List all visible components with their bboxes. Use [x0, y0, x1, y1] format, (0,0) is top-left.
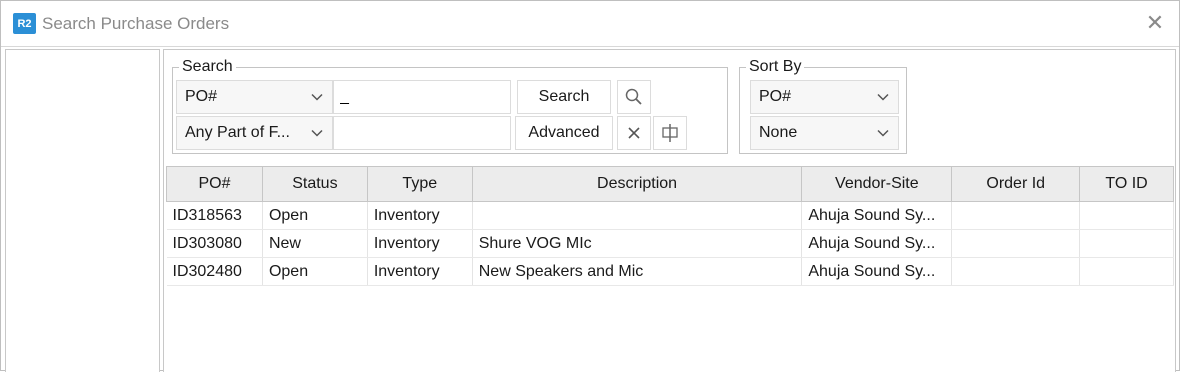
chevron-down-icon: [877, 93, 889, 101]
cell-vendor-site: Ahuja Sound Sy...: [801, 201, 953, 230]
cell-order-id: [951, 201, 1081, 230]
column-header-po[interactable]: PO#: [166, 166, 263, 202]
main-pane: Search PO# Search Any Part of F... Advan…: [163, 49, 1176, 372]
clear-x-icon: [628, 127, 640, 139]
column-header-description[interactable]: Description: [471, 166, 803, 202]
cell-description: Shure VOG MIc: [472, 229, 803, 258]
cell-type: Inventory: [367, 229, 473, 258]
results-table: PO# Status Type Description Vendor-Site …: [166, 166, 1174, 286]
close-icon: ✕: [1145, 10, 1165, 35]
table-row[interactable]: ID318563 Open Inventory Ahuja Sound Sy..…: [166, 201, 1174, 230]
search-field-select[interactable]: PO#: [176, 80, 333, 114]
column-chooser-icon: [662, 124, 678, 142]
quick-search-button[interactable]: [617, 80, 651, 114]
search-query-input[interactable]: [333, 80, 511, 114]
cell-order-id: [951, 229, 1081, 258]
sort-primary-select[interactable]: PO#: [750, 80, 899, 114]
cell-status: New: [262, 229, 368, 258]
clear-search-button[interactable]: [617, 116, 651, 150]
cell-description: New Speakers and Mic: [472, 257, 803, 286]
cell-type: Inventory: [367, 257, 473, 286]
table-row[interactable]: ID302480 Open Inventory New Speakers and…: [166, 257, 1174, 286]
cell-status: Open: [262, 201, 368, 230]
cell-type: Inventory: [367, 201, 473, 230]
advanced-query-input[interactable]: [333, 116, 511, 150]
cell-status: Open: [262, 257, 368, 286]
cell-to-id: [1079, 201, 1174, 230]
close-button[interactable]: ✕: [1141, 9, 1169, 37]
cell-description: [472, 201, 803, 230]
chevron-down-icon: [311, 93, 323, 101]
results-grid: PO# Status Type Description Vendor-Site …: [166, 166, 1174, 372]
match-mode-value: Any Part of F...: [185, 124, 290, 141]
cell-po: ID303080: [166, 229, 263, 258]
chevron-down-icon: [311, 129, 323, 137]
cell-po: ID302480: [166, 257, 263, 286]
cell-order-id: [951, 257, 1081, 286]
match-mode-select[interactable]: Any Part of F...: [176, 116, 333, 150]
sort-secondary-select[interactable]: None: [750, 116, 899, 150]
column-chooser-button[interactable]: [653, 116, 687, 150]
column-header-vendor-site[interactable]: Vendor-Site: [801, 166, 953, 202]
cell-vendor-site: Ahuja Sound Sy...: [801, 257, 953, 286]
search-button[interactable]: Search: [517, 80, 611, 114]
cell-to-id: [1079, 229, 1174, 258]
cell-to-id: [1079, 257, 1174, 286]
table-row[interactable]: ID303080 New Inventory Shure VOG MIc Ahu…: [166, 229, 1174, 258]
table-header-row: PO# Status Type Description Vendor-Site …: [166, 166, 1174, 202]
title-bar: R2 Search Purchase Orders ✕: [1, 1, 1179, 47]
search-purchase-orders-window: R2 Search Purchase Orders ✕ Search PO# S…: [0, 0, 1180, 372]
app-logo-icon: R2: [13, 13, 36, 34]
chevron-down-icon: [877, 129, 889, 137]
column-header-order-id[interactable]: Order Id: [951, 166, 1081, 202]
cell-po: ID318563: [166, 201, 263, 230]
left-pane: [5, 49, 160, 372]
magnifier-icon: [625, 88, 642, 105]
sort-secondary-value: None: [759, 124, 798, 141]
column-header-to-id[interactable]: TO ID: [1079, 166, 1174, 202]
window-title: Search Purchase Orders: [42, 14, 230, 33]
column-header-status[interactable]: Status: [261, 166, 368, 202]
advanced-button[interactable]: Advanced: [515, 116, 613, 150]
search-field-value: PO#: [185, 88, 218, 105]
search-group-legend: Search: [182, 58, 233, 75]
sort-primary-value: PO#: [759, 88, 792, 105]
sort-group-legend: Sort By: [749, 58, 802, 75]
column-header-type[interactable]: Type: [366, 166, 473, 202]
cell-vendor-site: Ahuja Sound Sy...: [801, 229, 953, 258]
